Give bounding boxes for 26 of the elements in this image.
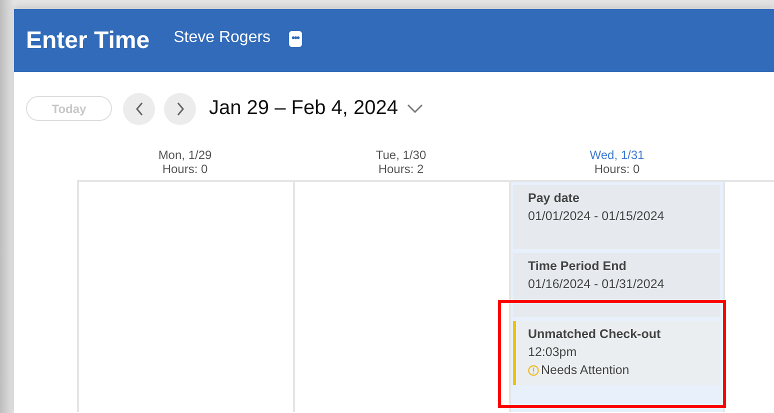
event-title: Unmatched Check-out xyxy=(528,326,662,343)
page-title: Enter Time xyxy=(26,26,150,54)
chevron-left-icon xyxy=(134,102,144,116)
date-range: Jan 29 – Feb 4, 2024 xyxy=(209,97,398,120)
worker-name: Steve Rogers xyxy=(174,28,271,46)
event-detail: 01/16/2024 - 01/31/2024 xyxy=(528,277,664,291)
event-title: Pay date xyxy=(528,190,580,207)
calendar-event[interactable]: Time Period End 01/16/2024 - 01/31/2024 xyxy=(513,253,720,317)
warning-icon xyxy=(528,364,539,376)
previous-button[interactable] xyxy=(123,92,155,124)
event-title: Time Period End xyxy=(528,258,628,275)
day-label: Tue, 1/30 xyxy=(374,148,428,162)
day-hours: Hours: 0 xyxy=(161,162,209,176)
chevron-down-icon[interactable] xyxy=(407,104,424,113)
day-label: Mon, 1/29 xyxy=(157,148,213,162)
event-detail: 01/01/2024 - 01/15/2024 xyxy=(528,209,664,223)
more-button[interactable]: ••• xyxy=(288,30,302,46)
calendar-event[interactable]: Unmatched Check-out 12:03pm Needs Attention xyxy=(513,321,720,385)
day-hours: Hours: 2 xyxy=(377,162,425,176)
event-status: Needs Attention xyxy=(541,362,630,379)
day-label: Wed, 1/31 xyxy=(588,148,646,162)
calendar-event[interactable]: Pay date 01/01/2024 - 01/15/2024 xyxy=(513,185,720,249)
next-button[interactable] xyxy=(164,92,196,124)
chevron-right-icon xyxy=(176,102,184,116)
event-detail: 12:03pm xyxy=(528,345,577,359)
day-hours: Hours: 0 xyxy=(593,162,641,176)
